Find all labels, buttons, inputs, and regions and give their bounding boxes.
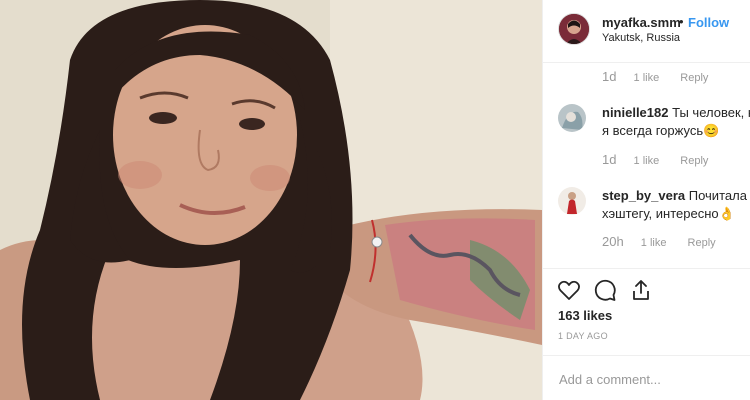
add-comment-bar bbox=[543, 355, 750, 400]
comment-time[interactable]: 1d bbox=[602, 69, 616, 84]
comment-meta: 20h 1 like Reply bbox=[602, 234, 716, 249]
separator-dot: • bbox=[679, 14, 684, 29]
post-photo[interactable] bbox=[0, 0, 542, 400]
comment-body: Почитала по bbox=[688, 188, 750, 203]
comment-text: ninielle182 Ты человек, ко bbox=[602, 104, 750, 122]
commenter-username[interactable]: step_by_vera bbox=[602, 188, 685, 203]
comment-time[interactable]: 20h bbox=[602, 234, 624, 249]
post-location[interactable]: Yakutsk, Russia bbox=[602, 32, 680, 44]
comment-likes[interactable]: 1 like bbox=[634, 72, 660, 84]
comment-text-continued: я всегда горжусь😊 bbox=[602, 123, 720, 138]
post-date[interactable]: 1 DAY AGO bbox=[558, 331, 608, 341]
add-comment-input[interactable] bbox=[557, 368, 741, 390]
reply-button[interactable]: Reply bbox=[688, 237, 716, 249]
follow-button[interactable]: Follow bbox=[688, 15, 729, 30]
heart-icon[interactable] bbox=[557, 278, 581, 302]
post-side-panel: myafka.smm • Follow Yakutsk, Russia 1d 1… bbox=[542, 0, 750, 400]
comment-text-continued: хэштегу, интересно👌 bbox=[602, 206, 735, 221]
commenter-username[interactable]: ninielle182 bbox=[602, 105, 668, 120]
divider bbox=[543, 268, 750, 269]
comment-icon[interactable] bbox=[593, 278, 617, 302]
author-avatar[interactable] bbox=[558, 13, 590, 45]
share-icon[interactable] bbox=[629, 278, 653, 302]
comment-meta: 1d 1 like Reply bbox=[602, 152, 708, 167]
comment-likes[interactable]: 1 like bbox=[641, 237, 667, 249]
comment-body: Ты человек, ко bbox=[672, 105, 750, 120]
reply-button[interactable]: Reply bbox=[680, 155, 708, 167]
reply-button[interactable]: Reply bbox=[680, 72, 708, 84]
comment-text: step_by_vera Почитала по bbox=[602, 187, 750, 205]
post-header: myafka.smm • Follow Yakutsk, Russia bbox=[543, 0, 750, 63]
comment-time[interactable]: 1d bbox=[602, 152, 616, 167]
likes-count[interactable]: 163 likes bbox=[558, 308, 612, 323]
comment-meta: 1d 1 like Reply bbox=[602, 69, 708, 84]
author-username[interactable]: myafka.smm bbox=[602, 15, 681, 30]
commenter-avatar[interactable] bbox=[558, 104, 586, 132]
selfie-image bbox=[0, 0, 542, 400]
commenter-avatar[interactable] bbox=[558, 187, 586, 215]
comment-likes[interactable]: 1 like bbox=[634, 155, 660, 167]
